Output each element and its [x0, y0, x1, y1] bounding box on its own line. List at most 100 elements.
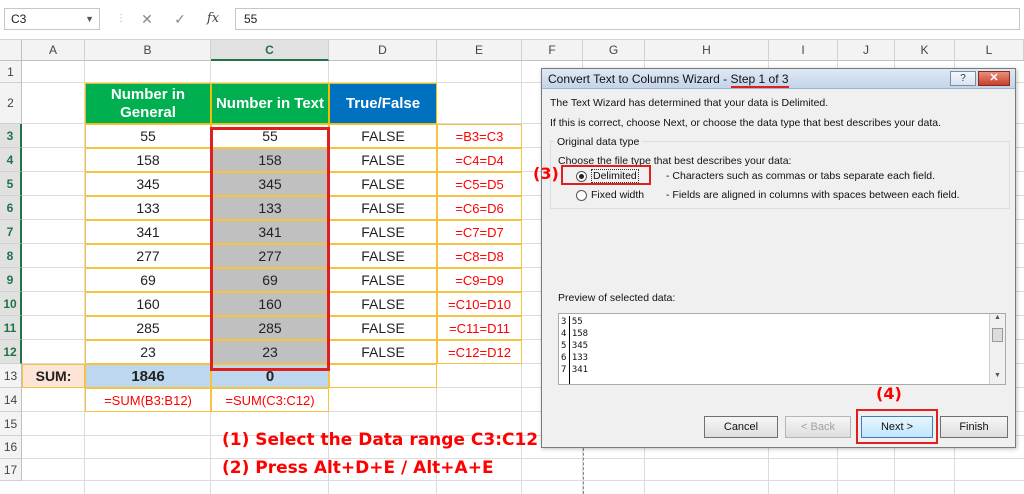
column-header-a[interactable]: A — [22, 40, 85, 61]
row-header-10[interactable]: 10 — [0, 292, 22, 316]
cell-b9[interactable]: 69 — [85, 268, 211, 292]
row-header-7[interactable]: 7 — [0, 220, 22, 244]
cell-b12[interactable]: 23 — [85, 340, 211, 364]
column-header-i[interactable]: I — [769, 40, 838, 61]
row-header-17[interactable]: 17 — [0, 459, 22, 481]
column-header-j[interactable]: J — [838, 40, 895, 61]
column-header-h[interactable]: H — [645, 40, 769, 61]
cell-d3[interactable]: FALSE — [329, 124, 437, 148]
enter-check-icon[interactable]: ✓ — [171, 9, 189, 29]
step-4-marker: (4) — [876, 384, 902, 403]
row-header-1[interactable]: 1 — [0, 61, 22, 83]
name-box[interactable]: C3 ▼ — [4, 8, 100, 30]
cell-b5[interactable]: 345 — [85, 172, 211, 196]
fixed-width-description: - Fields are aligned in columns with spa… — [666, 189, 960, 201]
more-options-icon: ⋮ — [116, 13, 126, 24]
chevron-down-icon[interactable]: ▼ — [85, 9, 94, 29]
column-header-b[interactable]: B — [85, 40, 211, 61]
row-header-3[interactable]: 3 — [0, 124, 22, 148]
column-header-k[interactable]: K — [895, 40, 955, 61]
row-header-13[interactable]: 13 — [0, 364, 22, 388]
column-header-e[interactable]: E — [437, 40, 522, 61]
help-button[interactable]: ? — [950, 71, 976, 86]
preview-scrollbar[interactable]: ▲ ▼ — [989, 314, 1005, 384]
dialog-step: Step 1 of 3 — [730, 72, 789, 88]
data-preview[interactable]: 3 55 4 158 5 345 6 133 7 341 ▲ ▼ — [558, 313, 1006, 385]
close-button[interactable]: ✕ — [978, 71, 1010, 86]
cancel-icon[interactable]: ✕ — [138, 9, 156, 29]
cell-e3[interactable]: =B3=C3 — [437, 124, 522, 148]
cell-d13[interactable] — [329, 364, 437, 388]
back-button[interactable]: < Back — [785, 416, 851, 438]
preview-line: 4 158 — [561, 329, 589, 339]
cell-b14-formula[interactable]: =SUM(B3:B12) — [85, 388, 211, 412]
scroll-up-icon[interactable]: ▲ — [990, 314, 1005, 326]
cell-e4[interactable]: =C4=D4 — [437, 148, 522, 172]
cell-b3[interactable]: 55 — [85, 124, 211, 148]
column-header-g[interactable]: G — [583, 40, 645, 61]
row-header-11[interactable]: 11 — [0, 316, 22, 340]
insert-function-icon[interactable]: fx — [204, 9, 222, 29]
cell-d6[interactable]: FALSE — [329, 196, 437, 220]
row-header-8[interactable]: 8 — [0, 244, 22, 268]
header-true-false[interactable]: True/False — [329, 83, 437, 124]
row-header-14[interactable]: 14 — [0, 388, 22, 412]
header-number-in-general[interactable]: Number in General — [85, 83, 211, 124]
cell-d10[interactable]: FALSE — [329, 292, 437, 316]
preview-line: 5 345 — [561, 341, 589, 351]
row-header-12[interactable]: 12 — [0, 340, 22, 364]
cell-d4[interactable]: FALSE — [329, 148, 437, 172]
cell-e9[interactable]: =C9=D9 — [437, 268, 522, 292]
cell-d7[interactable]: FALSE — [329, 220, 437, 244]
row-header-4[interactable]: 4 — [0, 148, 22, 172]
cell-a13-sum-label[interactable]: SUM: — [22, 364, 85, 388]
cell-b11[interactable]: 285 — [85, 316, 211, 340]
cell-d9[interactable]: FALSE — [329, 268, 437, 292]
fixed-width-label[interactable]: Fixed width — [591, 189, 644, 201]
cell-d5[interactable]: FALSE — [329, 172, 437, 196]
scroll-thumb[interactable] — [992, 328, 1003, 342]
cell-e5[interactable]: =C5=D5 — [437, 172, 522, 196]
row-header-9[interactable]: 9 — [0, 268, 22, 292]
row-header-5[interactable]: 5 — [0, 172, 22, 196]
cell-e6[interactable]: =C6=D6 — [437, 196, 522, 220]
finish-button[interactable]: Finish — [940, 416, 1008, 438]
scroll-down-icon[interactable]: ▼ — [990, 372, 1005, 384]
cell-e8[interactable]: =C8=D8 — [437, 244, 522, 268]
row-header-6[interactable]: 6 — [0, 196, 22, 220]
wizard-intro-2: If this is correct, choose Next, or choo… — [550, 117, 942, 129]
row-header-16[interactable]: 16 — [0, 436, 22, 459]
cell-e10[interactable]: =C10=D10 — [437, 292, 522, 316]
cell-b10[interactable]: 160 — [85, 292, 211, 316]
header-number-in-text[interactable]: Number in Text — [211, 83, 329, 124]
dialog-titlebar[interactable]: Convert Text to Columns Wizard - Step 1 … — [542, 69, 1015, 89]
column-header-f[interactable]: F — [522, 40, 583, 61]
cell-b13-sum[interactable]: 1846 — [85, 364, 211, 388]
formula-input[interactable]: 55 — [235, 8, 1020, 30]
cell-b6[interactable]: 133 — [85, 196, 211, 220]
cell-d8[interactable]: FALSE — [329, 244, 437, 268]
preview-line: 7 341 — [561, 365, 589, 375]
cancel-button[interactable]: Cancel — [704, 416, 778, 438]
delimited-description: - Characters such as commas or tabs sepa… — [666, 170, 936, 182]
name-box-value: C3 — [11, 12, 27, 26]
cell-d11[interactable]: FALSE — [329, 316, 437, 340]
cell-b4[interactable]: 158 — [85, 148, 211, 172]
cell-d12[interactable]: FALSE — [329, 340, 437, 364]
gridline-horizontal — [22, 458, 1024, 459]
select-all-corner[interactable] — [0, 40, 22, 61]
cell-e12[interactable]: =C12=D12 — [437, 340, 522, 364]
cell-e11[interactable]: =C11=D11 — [437, 316, 522, 340]
cell-b8[interactable]: 277 — [85, 244, 211, 268]
cell-c14-formula[interactable]: =SUM(C3:C12) — [211, 388, 329, 412]
row-header-2[interactable]: 2 — [0, 83, 22, 124]
column-header-c[interactable]: C — [211, 40, 329, 61]
row-header-15[interactable]: 15 — [0, 412, 22, 436]
cell-b7[interactable]: 341 — [85, 220, 211, 244]
column-header-l[interactable]: L — [955, 40, 1024, 61]
column-header-d[interactable]: D — [329, 40, 437, 61]
cell-e7[interactable]: =C7=D7 — [437, 220, 522, 244]
text-to-columns-dialog: Convert Text to Columns Wizard - Step 1 … — [541, 68, 1016, 448]
page-break-line — [583, 448, 584, 494]
fixed-width-radio[interactable] — [576, 190, 587, 201]
